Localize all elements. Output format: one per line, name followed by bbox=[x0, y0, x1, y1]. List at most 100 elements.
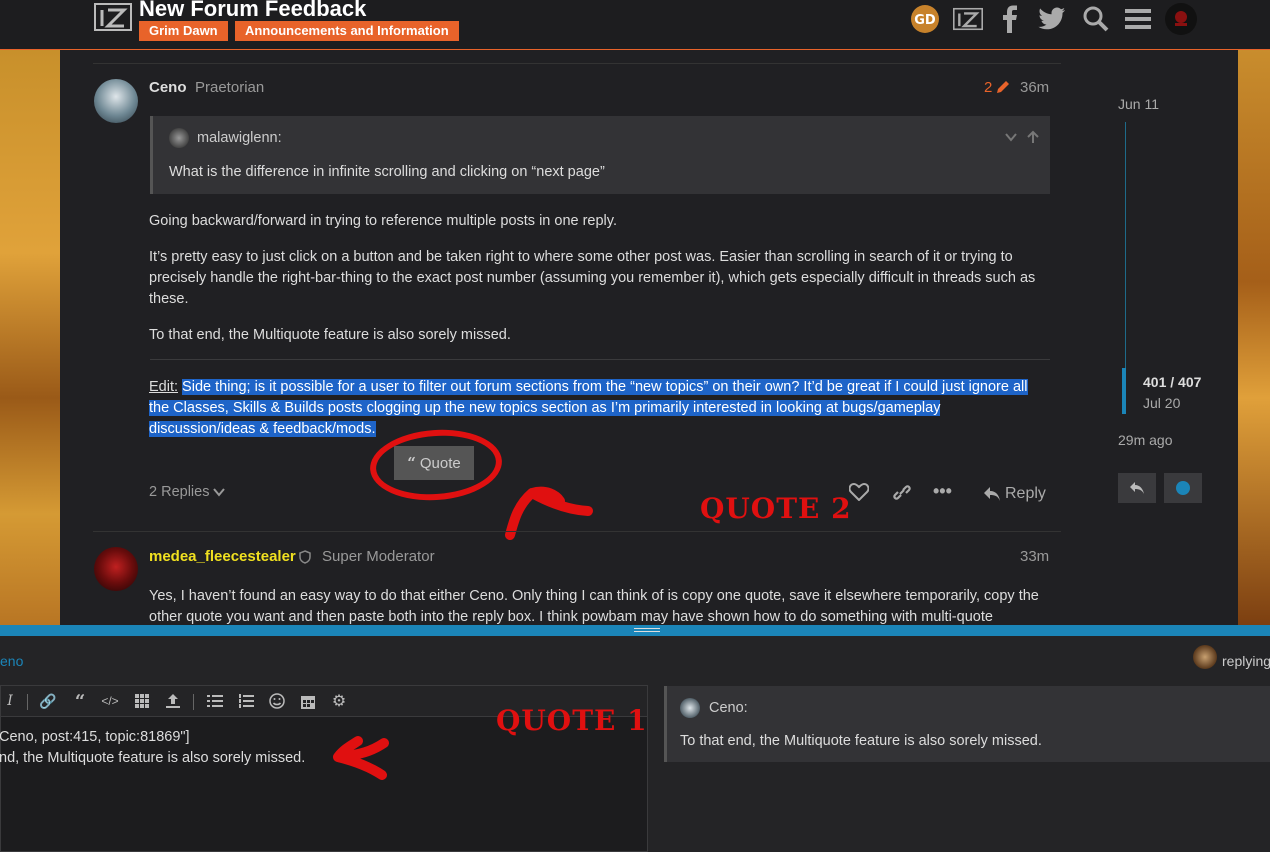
link-icon bbox=[893, 485, 911, 500]
pencil-icon bbox=[997, 81, 1010, 93]
post-time[interactable]: 36m bbox=[1020, 79, 1049, 96]
avatar bbox=[1193, 645, 1217, 669]
timeline-notification-button[interactable] bbox=[1164, 473, 1202, 503]
composer-reply-target[interactable]: eno bbox=[0, 653, 23, 669]
quote-text: What is the difference in infinite scrol… bbox=[169, 164, 605, 180]
quote-marks-icon: “ bbox=[407, 454, 416, 472]
post-paragraph: To that end, the Multiquote feature is a… bbox=[149, 327, 511, 343]
twitter-icon[interactable] bbox=[1037, 4, 1067, 34]
post-paragraph: It’s pretty easy to just click on a butt… bbox=[149, 249, 1036, 307]
calendar-icon[interactable] bbox=[299, 691, 317, 711]
background-art-left bbox=[0, 50, 60, 630]
numbered-list-icon[interactable] bbox=[237, 691, 255, 711]
reply-button-label: Reply bbox=[1005, 485, 1046, 502]
timeline-start-date[interactable]: Jun 11 bbox=[1118, 96, 1159, 112]
avatar[interactable] bbox=[94, 547, 138, 591]
preview-quote-author: Ceno: bbox=[709, 700, 748, 716]
category-tag-grim-dawn[interactable]: Grim Dawn bbox=[139, 21, 228, 41]
reply-arrow-icon bbox=[1130, 482, 1144, 494]
replies-count: 2 Replies bbox=[149, 484, 210, 500]
post-separator bbox=[93, 63, 1061, 64]
username[interactable]: medea_fleecestealer bbox=[149, 548, 296, 565]
chevron-down-icon[interactable] bbox=[1004, 130, 1018, 144]
share-link-button[interactable] bbox=[892, 483, 912, 505]
emoji-icon[interactable] bbox=[268, 691, 286, 711]
post-paragraph: Going backward/forward in trying to refe… bbox=[149, 213, 617, 229]
toolbar-divider bbox=[27, 694, 28, 710]
user-avatar[interactable] bbox=[1165, 3, 1197, 35]
quote-author[interactable]: malawiglenn: bbox=[197, 130, 282, 146]
quote-avatar bbox=[169, 128, 189, 148]
reply-arrow-icon bbox=[984, 487, 1000, 501]
editor-line: Ceno, post:415, topic:81869"] bbox=[0, 729, 190, 745]
chevron-down-icon bbox=[213, 488, 226, 497]
code-icon[interactable]: </> bbox=[101, 691, 119, 711]
topic-title[interactable]: New Forum Feedback bbox=[139, 0, 366, 22]
site-header: New Forum Feedback Grim Dawn Announcemen… bbox=[0, 0, 1270, 50]
preview-quote: Ceno: To that end, the Multiquote featur… bbox=[664, 686, 1270, 762]
facebook-icon[interactable] bbox=[995, 4, 1025, 34]
background-art-right bbox=[1238, 50, 1270, 630]
preview-quote-text: To that end, the Multiquote feature is a… bbox=[680, 733, 1042, 749]
site-logo-icon[interactable] bbox=[94, 2, 132, 32]
user-title: Praetorian bbox=[195, 79, 265, 96]
arrow-up-icon[interactable] bbox=[1026, 130, 1040, 144]
avatar[interactable] bbox=[94, 79, 138, 123]
composer-resize-grip[interactable] bbox=[0, 625, 1270, 636]
post-edit-section: Edit: Side thing; is it possible for a u… bbox=[149, 377, 1049, 455]
quote-title: malawiglenn: bbox=[169, 128, 282, 148]
timeline-reply-button[interactable] bbox=[1118, 473, 1156, 503]
reply-button[interactable]: Reply bbox=[983, 485, 1046, 503]
shield-icon bbox=[299, 550, 311, 564]
editor-line: nd, the Multiquote feature is also sorel… bbox=[0, 750, 306, 766]
edit-history-button[interactable]: 2 bbox=[984, 79, 1010, 96]
upload-icon[interactable] bbox=[164, 691, 182, 711]
tracking-dot-icon bbox=[1176, 481, 1190, 495]
timeline-current-date: Jul 20 bbox=[1143, 395, 1181, 411]
site-logo-small-icon[interactable] bbox=[953, 4, 983, 34]
red-arrow-annotation bbox=[505, 486, 593, 540]
username[interactable]: Ceno bbox=[149, 79, 187, 96]
italic-icon[interactable]: I bbox=[1, 691, 19, 711]
svg-text:GD: GD bbox=[914, 13, 936, 28]
toolbar-divider bbox=[193, 694, 194, 710]
bullet-list-icon[interactable] bbox=[206, 691, 224, 711]
link-icon[interactable]: 🔗 bbox=[39, 691, 57, 711]
divider bbox=[150, 359, 1050, 360]
blockquote-icon[interactable]: “ bbox=[71, 691, 89, 712]
replying-label: replying bbox=[1222, 653, 1270, 669]
edit-count: 2 bbox=[984, 79, 993, 96]
quote-button-label: Quote bbox=[419, 454, 461, 472]
reply-composer: eno replying I 🔗 “ </> ⚙ Ceno, post:415,… bbox=[0, 636, 1270, 852]
more-options-icon[interactable]: ••• bbox=[933, 481, 952, 502]
category-tag-announcements[interactable]: Announcements and Information bbox=[235, 21, 459, 41]
quote-controls bbox=[1004, 130, 1040, 144]
red-arrow-annotation bbox=[333, 736, 389, 780]
like-button[interactable] bbox=[848, 482, 870, 505]
post-separator bbox=[93, 531, 1061, 532]
timeline-handle[interactable] bbox=[1122, 368, 1126, 414]
embedded-quote: malawiglenn: What is the difference in i… bbox=[150, 116, 1050, 194]
preview-quote-title: Ceno: bbox=[680, 698, 748, 718]
hamburger-menu-icon[interactable] bbox=[1123, 4, 1153, 34]
user-title: Super Moderator bbox=[322, 548, 435, 565]
replies-toggle[interactable]: 2 Replies bbox=[149, 484, 226, 500]
annotation-quote-1: QUOTE 1 bbox=[496, 704, 648, 737]
topic-main: Ceno Praetorian 2 36m malawiglenn: What … bbox=[60, 50, 1238, 630]
post-body: Going backward/forward in trying to refe… bbox=[149, 211, 1049, 361]
gear-icon[interactable]: ⚙ bbox=[330, 691, 348, 711]
post-paragraph: Yes, I haven’t found an easy way to do t… bbox=[149, 588, 1039, 625]
annotation-quote-2: QUOTE 2 bbox=[700, 492, 852, 525]
selected-text[interactable]: Side thing; is it possible for a user to… bbox=[149, 379, 1028, 437]
post-time[interactable]: 33m bbox=[1020, 548, 1049, 565]
timeline-last-activity[interactable]: 29m ago bbox=[1118, 432, 1172, 448]
heart-icon bbox=[848, 482, 870, 502]
gd-logo-icon[interactable]: GD bbox=[910, 4, 940, 34]
edit-label: Edit: bbox=[149, 379, 179, 395]
table-icon[interactable] bbox=[133, 691, 151, 711]
search-icon[interactable] bbox=[1081, 4, 1111, 34]
timeline-position: 401 / 407 bbox=[1143, 374, 1202, 390]
grip-line bbox=[634, 631, 660, 632]
grip-line bbox=[634, 628, 660, 629]
quote-button[interactable]: “ Quote bbox=[394, 446, 474, 480]
